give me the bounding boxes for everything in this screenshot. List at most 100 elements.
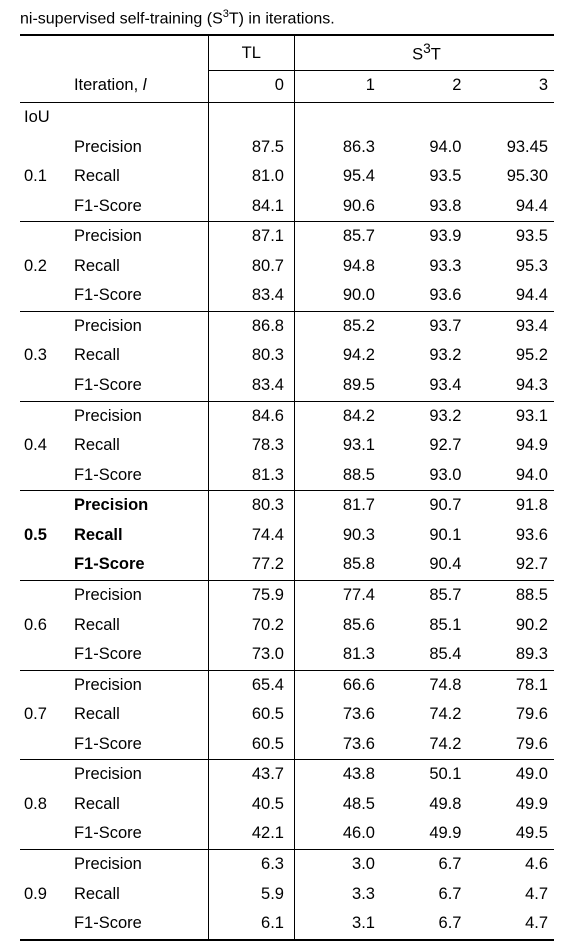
data-cell: 60.5 (208, 730, 294, 760)
metric-label: F1-Score (74, 281, 208, 311)
table-row: Precision65.466.674.878.1 (20, 670, 554, 700)
data-cell: 92.7 (381, 431, 467, 461)
empty-cell (467, 102, 554, 132)
data-cell: 83.4 (208, 281, 294, 311)
tl-header: TL (208, 35, 294, 71)
empty-cell (20, 909, 74, 940)
data-cell: 4.7 (467, 880, 554, 910)
data-cell: 93.7 (381, 311, 467, 341)
data-cell: 94.8 (294, 252, 380, 282)
data-cell: 88.5 (294, 461, 380, 491)
col-it3: 3 (467, 71, 554, 103)
empty-cell (20, 133, 74, 163)
data-cell: 46.0 (294, 819, 380, 849)
data-cell: 84.2 (294, 401, 380, 431)
data-cell: 81.3 (208, 461, 294, 491)
empty-cell (20, 730, 74, 760)
data-cell: 95.3 (467, 252, 554, 282)
metric-label: F1-Score (74, 461, 208, 491)
data-cell: 4.6 (467, 850, 554, 880)
table-row: Precision87.185.793.993.5 (20, 222, 554, 252)
iou-value: 0.5 (20, 521, 74, 551)
data-cell: 87.1 (208, 222, 294, 252)
data-cell: 94.0 (467, 461, 554, 491)
col-it1: 1 (294, 71, 380, 103)
data-cell: 86.3 (294, 133, 380, 163)
metric-label: F1-Score (74, 640, 208, 670)
data-cell: 93.6 (381, 281, 467, 311)
data-cell: 90.1 (381, 521, 467, 551)
iou-value: 0.6 (20, 611, 74, 641)
empty-cell (20, 850, 74, 880)
metric-label: Precision (74, 491, 208, 521)
data-cell: 90.0 (294, 281, 380, 311)
table-row: F1-Score6.13.16.74.7 (20, 909, 554, 940)
data-cell: 49.9 (467, 790, 554, 820)
data-cell: 95.2 (467, 341, 554, 371)
data-cell: 6.1 (208, 909, 294, 940)
data-cell: 93.2 (381, 341, 467, 371)
table-row: 0.3Recall80.394.293.295.2 (20, 341, 554, 371)
table-row: 0.6Recall70.285.685.190.2 (20, 611, 554, 641)
data-cell: 92.7 (467, 550, 554, 580)
data-cell: 81.3 (294, 640, 380, 670)
data-cell: 89.5 (294, 371, 380, 401)
empty-cell (20, 461, 74, 491)
data-cell: 94.9 (467, 431, 554, 461)
metric-label: Precision (74, 222, 208, 252)
data-cell: 81.0 (208, 162, 294, 192)
metric-label: Recall (74, 611, 208, 641)
table-row: Precision86.885.293.793.4 (20, 311, 554, 341)
data-cell: 80.7 (208, 252, 294, 282)
table-row: 0.5Recall74.490.390.193.6 (20, 521, 554, 551)
data-cell: 48.5 (294, 790, 380, 820)
data-cell: 6.7 (381, 880, 467, 910)
data-cell: 85.2 (294, 311, 380, 341)
data-cell: 78.3 (208, 431, 294, 461)
table-row: Precision75.977.485.788.5 (20, 580, 554, 610)
data-cell: 94.4 (467, 281, 554, 311)
header-row-1: TL S3T (20, 35, 554, 71)
metric-label: F1-Score (74, 550, 208, 580)
data-cell: 85.6 (294, 611, 380, 641)
data-cell: 95.30 (467, 162, 554, 192)
metric-label: Recall (74, 341, 208, 371)
metric-label: Precision (74, 580, 208, 610)
data-cell: 3.0 (294, 850, 380, 880)
data-cell: 80.3 (208, 341, 294, 371)
data-cell: 93.4 (381, 371, 467, 401)
data-cell: 73.6 (294, 700, 380, 730)
data-cell: 49.0 (467, 760, 554, 790)
caption-prefix: ni-supervised self-training (S (20, 10, 223, 27)
data-cell: 93.1 (294, 431, 380, 461)
data-cell: 89.3 (467, 640, 554, 670)
data-cell: 85.7 (294, 222, 380, 252)
col-it2: 2 (381, 71, 467, 103)
table-caption: ni-supervised self-training (S3T) in ite… (20, 8, 554, 28)
data-cell: 78.1 (467, 670, 554, 700)
empty-cell (294, 102, 380, 132)
data-cell: 79.6 (467, 700, 554, 730)
metric-label: Recall (74, 431, 208, 461)
data-cell: 90.7 (381, 491, 467, 521)
table-row: 0.2Recall80.794.893.395.3 (20, 252, 554, 282)
data-cell: 91.8 (467, 491, 554, 521)
s3t-header: S3T (294, 35, 554, 71)
data-cell: 84.6 (208, 401, 294, 431)
empty-cell (20, 192, 74, 222)
data-cell: 3.3 (294, 880, 380, 910)
table-row: 0.8Recall40.548.549.849.9 (20, 790, 554, 820)
empty-cell (381, 102, 467, 132)
data-cell: 90.2 (467, 611, 554, 641)
data-cell: 74.4 (208, 521, 294, 551)
caption-suffix: T) in iterations. (229, 10, 335, 27)
data-cell: 83.4 (208, 371, 294, 401)
data-cell: 93.3 (381, 252, 467, 282)
data-cell: 50.1 (381, 760, 467, 790)
data-cell: 74.2 (381, 730, 467, 760)
table-row: 0.9Recall5.93.36.74.7 (20, 880, 554, 910)
data-cell: 93.0 (381, 461, 467, 491)
data-cell: 93.45 (467, 133, 554, 163)
data-cell: 42.1 (208, 819, 294, 849)
metric-label: F1-Score (74, 371, 208, 401)
